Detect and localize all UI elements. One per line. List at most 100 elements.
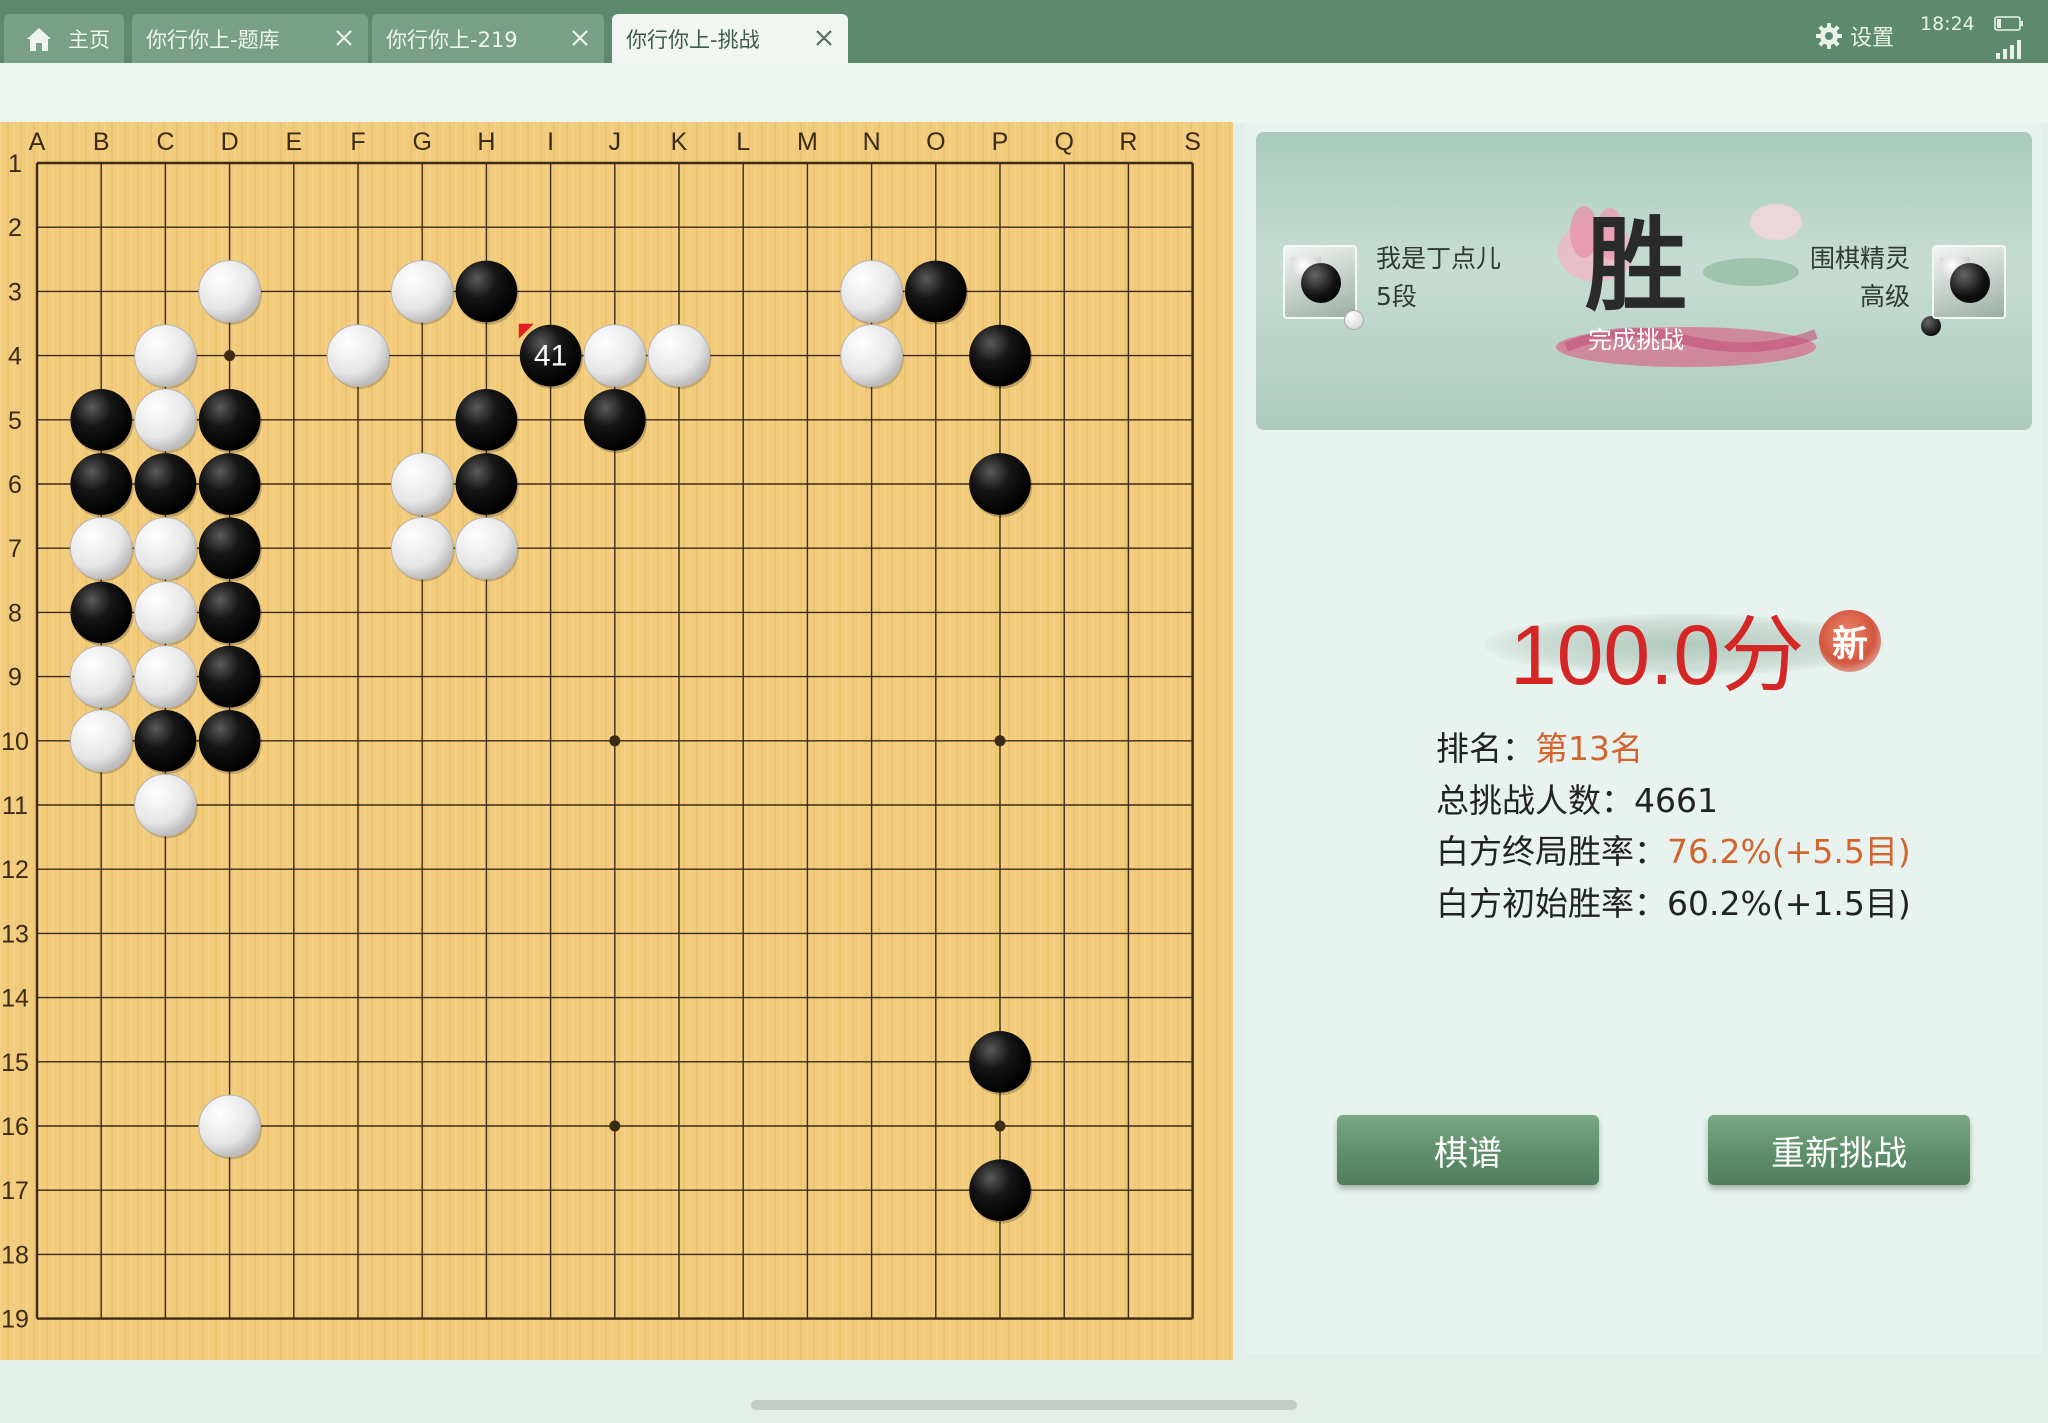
- white-stone: [134, 581, 197, 644]
- row-label: 16: [1, 1113, 29, 1141]
- row-label: 15: [1, 1049, 29, 1077]
- black-stone: [904, 260, 967, 323]
- white-stone: [583, 324, 647, 387]
- row-label: 18: [1, 1241, 29, 1269]
- column-label: C: [156, 128, 174, 156]
- star-point: [609, 1120, 621, 1132]
- column-label: H: [477, 128, 495, 156]
- column-label: P: [992, 128, 1009, 156]
- close-icon[interactable]: [812, 26, 836, 50]
- right-player-rank: 高级: [1859, 282, 1910, 311]
- black-stone: [455, 453, 518, 515]
- close-icon[interactable]: [332, 26, 356, 50]
- column-label: G: [412, 128, 431, 156]
- row-label: 17: [1, 1177, 29, 1205]
- black-stone: [198, 709, 261, 772]
- black-stone: [134, 709, 197, 772]
- black-stone: [455, 388, 518, 451]
- stat-rank: 排名：第13名: [1436, 722, 1643, 770]
- left-player-rank: 5段: [1376, 282, 1417, 311]
- stat-total: 总挑战人数：4661: [1436, 774, 1718, 822]
- settings-label: 设置: [1850, 26, 1895, 51]
- black-stone: [198, 453, 261, 515]
- signal-icon: [1996, 40, 2021, 59]
- column-label: K: [671, 128, 688, 156]
- stat-initial-rate: 白方初始胜率：60.2%(+1.5目): [1436, 877, 1911, 925]
- row-label: 1: [8, 150, 22, 178]
- move-number: 41: [534, 340, 567, 373]
- black-stone: [198, 645, 261, 708]
- column-label: E: [285, 128, 302, 156]
- stat-final-rate-value: 76.2%(+5.5目): [1667, 832, 1911, 871]
- star-point: [994, 735, 1006, 747]
- row-label: 2: [8, 214, 22, 242]
- tab-home-label: 主页: [68, 27, 110, 52]
- tab-219[interactable]: 你行你上-219: [372, 14, 604, 63]
- white-stone: [455, 516, 518, 580]
- column-label: D: [221, 128, 239, 156]
- white-stone: [134, 645, 197, 708]
- star-point: [609, 735, 621, 747]
- stat-initial-rate-label: 白方初始胜率：: [1436, 884, 1667, 923]
- column-label: N: [863, 128, 881, 156]
- close-icon[interactable]: [568, 26, 592, 50]
- black-stone: [969, 1159, 1031, 1222]
- white-stone: [840, 260, 903, 323]
- home-icon: [27, 27, 51, 51]
- black-stone: [70, 453, 133, 515]
- stat-total-value: 4661: [1634, 781, 1718, 820]
- black-stone-icon: [1301, 263, 1341, 303]
- go-board-grid[interactable]: A1 B 2 C 3 D 4 E 5 F 6 G 7 H 8 I 9 J 10 K 11 L 12 M 13 N 14 O 15 P 16 Q…: [0, 122, 1233, 1360]
- tab-bar: 主页 你行你上-题库 你行你上-219 你行你上-挑战 设置 18:24: [0, 0, 2048, 63]
- retry-challenge-button[interactable]: 重新挑战: [1708, 1115, 1970, 1185]
- tab-label: 你行你上-219: [386, 27, 518, 52]
- player-avatar-right: [1932, 245, 2006, 319]
- tab-question-bank[interactable]: 你行你上-题库: [132, 14, 368, 63]
- tab-label: 你行你上-题库: [146, 27, 280, 52]
- white-stone: [69, 645, 133, 708]
- tab-challenge[interactable]: 你行你上-挑战: [612, 14, 848, 63]
- black-stone: [70, 581, 133, 644]
- white-stone: [390, 452, 454, 516]
- white-stone: [134, 388, 197, 452]
- white-stone: [134, 773, 197, 837]
- star-point: [994, 1120, 1006, 1132]
- tab-home[interactable]: 主页: [4, 14, 124, 63]
- battery-icon: [1994, 16, 2023, 31]
- challenge-complete-label: 完成挑战: [1588, 326, 1684, 354]
- white-stone: [840, 324, 903, 387]
- column-label: B: [93, 128, 110, 156]
- row-label: 10: [1, 728, 29, 756]
- stat-final-rate-label: 白方终局胜率：: [1436, 832, 1667, 871]
- white-stone: [647, 324, 711, 387]
- row-label: 12: [1, 856, 29, 884]
- black-stone: [969, 453, 1031, 515]
- score-value: 100.0分: [1510, 608, 1805, 702]
- stat-rank-label: 排名：: [1436, 729, 1535, 768]
- player-avatar-left: [1283, 245, 1357, 319]
- black-stone: [455, 260, 518, 323]
- row-label: 19: [1, 1306, 29, 1334]
- white-stone-indicator: [1344, 310, 1364, 330]
- settings-button[interactable]: 设置: [1814, 18, 1894, 54]
- white-stone: [390, 516, 454, 580]
- row-label: 6: [8, 471, 22, 499]
- black-stone: [583, 388, 646, 451]
- row-label: 13: [1, 920, 29, 948]
- victory-character: 胜: [1585, 206, 1687, 326]
- row-label: 8: [8, 599, 22, 627]
- column-label: F: [350, 128, 365, 156]
- tab-label: 你行你上-挑战: [626, 27, 760, 52]
- home-indicator[interactable]: [751, 1400, 1297, 1410]
- white-stone: [390, 260, 454, 323]
- game-record-button[interactable]: 棋谱: [1337, 1115, 1599, 1185]
- row-label: 4: [8, 343, 22, 371]
- black-stone: [198, 517, 261, 580]
- column-label: L: [736, 128, 750, 156]
- column-label: J: [609, 128, 622, 156]
- white-stone: [198, 1094, 261, 1158]
- go-board[interactable]: A 1 B 2 C 3 D 4 E 5 F 6 G 7 H 8 I 9 J 10 K 11 L 12 M 13 N 14 O 15 P 16 Q…: [0, 122, 1233, 1360]
- new-record-badge: 新: [1819, 610, 1881, 672]
- column-label: O: [926, 128, 945, 156]
- black-stone: [969, 324, 1031, 387]
